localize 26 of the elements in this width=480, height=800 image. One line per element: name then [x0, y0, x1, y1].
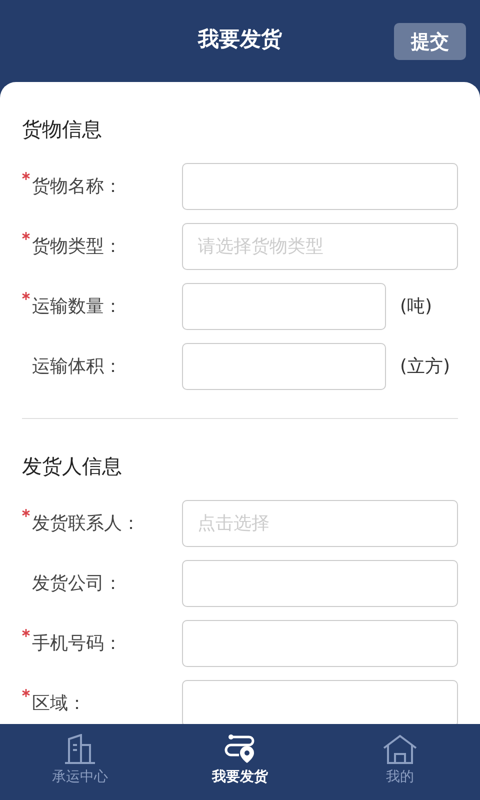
input-field[interactable] [182, 162, 458, 210]
input-field[interactable] [182, 620, 458, 666]
field-label: 发货公司： [32, 572, 122, 595]
unit-label: (吨) [400, 295, 432, 318]
input-field[interactable] [182, 680, 458, 724]
field-label: 货物类型： [32, 235, 122, 258]
home-icon [382, 734, 418, 764]
nav-tab[interactable]: 我要发货 [160, 724, 320, 800]
route-pin-icon [223, 734, 257, 764]
section-title: 货物信息 [22, 116, 103, 143]
field-label: 运输体积： [32, 355, 122, 378]
section-title: 发货人信息 [22, 453, 123, 480]
input-field[interactable] [182, 282, 386, 330]
page-title: 我要发货 [198, 26, 282, 53]
input-field[interactable] [182, 342, 386, 390]
unit-label: (立方) [400, 355, 450, 378]
submit-button[interactable]: 提交 [394, 23, 466, 60]
building-icon [63, 734, 97, 764]
nav-tab[interactable]: 承运中心 [0, 724, 160, 800]
input-field[interactable] [182, 560, 458, 606]
field-label: 货物名称： [32, 175, 122, 198]
nav-tab[interactable]: 我的 [320, 724, 480, 800]
field-label: 区域： [32, 692, 86, 715]
field-label: 手机号码： [32, 632, 122, 655]
field-label: 发货联系人： [32, 512, 140, 535]
field-label: 运输数量： [32, 295, 122, 318]
